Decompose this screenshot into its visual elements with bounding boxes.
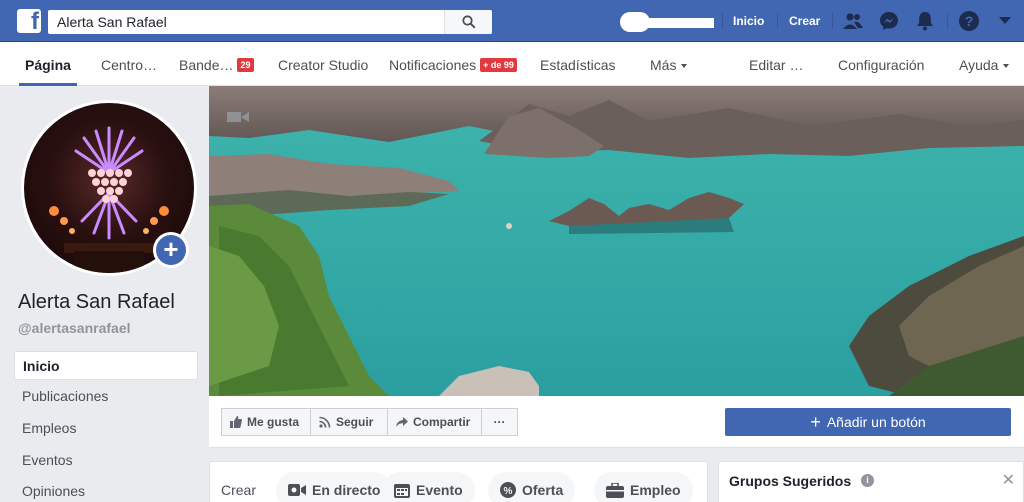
sidebar-item-jobs[interactable]: Empleos [14, 414, 198, 443]
share-button[interactable]: Compartir [387, 408, 482, 436]
profile-shortcut[interactable] [620, 12, 714, 32]
account-menu-caret-icon[interactable] [994, 10, 1016, 32]
help-icon[interactable]: ? [958, 10, 980, 32]
friend-requests-icon[interactable] [842, 10, 864, 32]
sidebar-item-reviews[interactable]: Opiniones [14, 477, 198, 502]
svg-text:%: % [504, 486, 513, 497]
update-profile-picture-button[interactable]: + [153, 232, 189, 268]
tab-help[interactable]: Ayuda [959, 42, 1010, 86]
suggested-groups-title: Grupos Sugeridos [729, 473, 852, 489]
search-button[interactable] [444, 10, 492, 34]
page-title: Alerta San Rafael [18, 291, 175, 313]
go-live-button[interactable]: En directo [276, 472, 393, 502]
notifications-bell-icon[interactable] [914, 10, 936, 32]
briefcase-icon [606, 482, 624, 498]
create-event-button[interactable]: Evento [382, 472, 475, 502]
tab-inbox-messages[interactable]: Bande… 29 [179, 42, 254, 86]
divider [947, 13, 948, 29]
search-box [48, 10, 492, 34]
divider [722, 13, 723, 29]
info-icon[interactable]: i [861, 474, 874, 487]
ellipsis-icon: ··· [493, 415, 506, 429]
page-username[interactable]: @alertasanrafael [18, 320, 131, 336]
close-icon[interactable]: ✕ [1002, 470, 1015, 490]
divider [832, 13, 833, 29]
cover-photo[interactable] [209, 86, 1024, 396]
sidebar-item-events[interactable]: Eventos [14, 446, 198, 475]
more-options-button[interactable]: ··· [481, 408, 518, 436]
tab-insights[interactable]: Estadísticas [540, 42, 615, 86]
create-offer-button[interactable]: % Oferta [488, 472, 576, 502]
plus-icon: + [810, 412, 821, 432]
tab-more[interactable]: Más [650, 42, 688, 86]
svg-text:?: ? [965, 13, 974, 29]
sidebar-item-posts[interactable]: Publicaciones [14, 382, 198, 411]
messenger-icon[interactable] [878, 10, 900, 32]
tab-edit-page-info[interactable]: Editar … [749, 42, 803, 86]
create-link[interactable]: Crear [789, 14, 820, 28]
search-icon [461, 15, 476, 29]
suggested-groups-card: Grupos Sugeridos i ✕ [718, 461, 1024, 502]
search-input[interactable] [57, 10, 437, 34]
facebook-logo-icon[interactable]: f [17, 9, 41, 33]
sidebar-item-home[interactable]: Inicio [14, 351, 198, 380]
page-navigation: Página Centro… Bande… 29 Creator Studio N… [0, 42, 1024, 86]
like-button[interactable]: Me gusta [221, 408, 311, 436]
tab-settings[interactable]: Configuración [838, 42, 924, 86]
chevron-down-icon [681, 64, 688, 68]
home-link[interactable]: Inicio [733, 14, 764, 28]
inbox-badge: 29 [237, 58, 254, 72]
thumbs-up-icon [230, 416, 242, 428]
page-action-bar: Me gusta Seguir Compartir ··· + Añadir u… [209, 396, 1024, 448]
tab-creator-studio[interactable]: Creator Studio [278, 42, 368, 86]
create-label: Crear [221, 482, 257, 498]
calendar-icon [394, 484, 410, 498]
add-button-cta[interactable]: + Añadir un botón [725, 408, 1011, 436]
tab-inbox[interactable]: Centro… [101, 42, 157, 86]
share-arrow-icon [396, 417, 408, 427]
live-video-icon [288, 484, 306, 496]
divider [777, 13, 778, 29]
tab-notifications[interactable]: Notificaciones + de 99 [389, 42, 517, 86]
create-job-button[interactable]: Empleo [594, 472, 693, 502]
notifications-badge: + de 99 [480, 58, 517, 72]
tab-page[interactable]: Página [19, 42, 77, 86]
create-post-card: Crear En directo Evento % Oferta Empleo [209, 461, 708, 502]
rss-follow-icon [319, 416, 331, 428]
offer-percent-icon: % [500, 482, 516, 498]
chevron-down-icon [1003, 64, 1010, 68]
follow-button[interactable]: Seguir [310, 408, 388, 436]
plus-icon: + [156, 235, 186, 265]
top-bar: f Inicio Crear [0, 0, 1024, 42]
